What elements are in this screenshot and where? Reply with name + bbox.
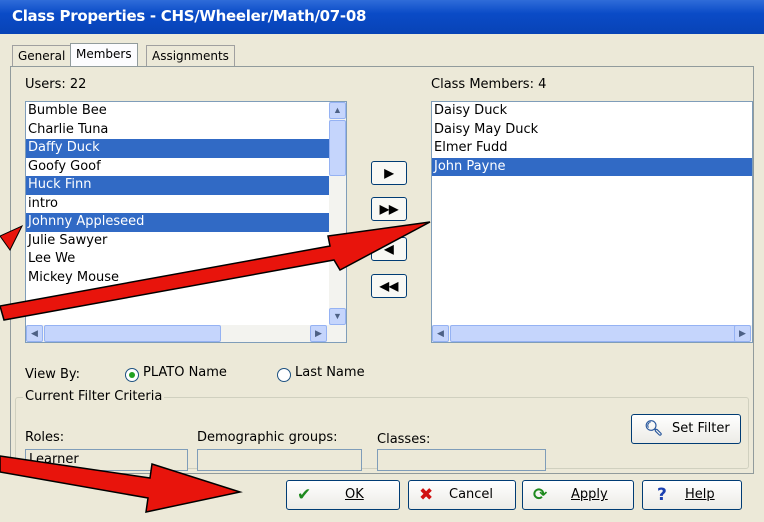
classes-label: Classes: bbox=[377, 432, 431, 447]
help-button[interactable]: ? Help bbox=[642, 480, 742, 510]
members-list-item[interactable]: Daisy May Duck bbox=[432, 121, 752, 140]
roles-field: Learner bbox=[25, 449, 188, 471]
users-list-item[interactable]: Johnny Appleseed bbox=[26, 213, 346, 232]
ok-label: OK bbox=[345, 487, 364, 502]
plato-name-radio-label[interactable]: PLATO Name bbox=[143, 365, 227, 380]
demographic-groups-label: Demographic groups: bbox=[197, 430, 338, 445]
roles-label: Roles: bbox=[25, 430, 65, 445]
tab-general[interactable]: General bbox=[12, 45, 72, 66]
users-items: Bumble Bee Charlie Tuna Daffy Duck Goofy Go… bbox=[26, 102, 346, 287]
scroll-thumb[interactable] bbox=[44, 325, 221, 342]
members-horizontal-scrollbar[interactable]: ◀ ▶ bbox=[432, 325, 752, 342]
apply-label: Apply bbox=[571, 487, 608, 502]
tab-members[interactable]: Members bbox=[70, 43, 138, 67]
cross-icon: ✖ bbox=[419, 485, 434, 505]
tab-assignments-label: Assignments bbox=[152, 49, 229, 63]
title-bar: Class Properties - CHS/Wheeler/Math/07-0… bbox=[0, 0, 764, 34]
classes-field bbox=[377, 449, 546, 471]
remove-member-button[interactable]: ◀ bbox=[371, 237, 407, 261]
set-filter-button[interactable]: 🔍︎ Set Filter bbox=[631, 414, 741, 444]
tab-assignments[interactable]: Assignments bbox=[146, 45, 235, 66]
add-all-members-button[interactable]: ▶▶ bbox=[371, 197, 407, 221]
add-member-button[interactable]: ▶ bbox=[371, 161, 407, 185]
users-vertical-scrollbar[interactable]: ▲ ▼ bbox=[329, 102, 346, 325]
checkmark-icon: ✔ bbox=[297, 485, 312, 505]
apply-button[interactable]: ⟳ Apply bbox=[522, 480, 634, 510]
users-list-item[interactable]: Bumble Bee bbox=[26, 102, 346, 121]
scroll-right-icon[interactable]: ▶ bbox=[310, 325, 327, 342]
remove-all-members-button[interactable]: ◀◀ bbox=[371, 274, 407, 298]
view-by-label: View By: bbox=[25, 367, 81, 382]
cancel-label: Cancel bbox=[449, 487, 494, 502]
tab-general-label: General bbox=[18, 49, 66, 63]
window-title: Class Properties - CHS/Wheeler/Math/07-0… bbox=[12, 7, 367, 25]
users-list[interactable]: Bumble Bee Charlie Tuna Daffy Duck Goofy Go… bbox=[25, 101, 347, 343]
members-list-item[interactable]: John Payne bbox=[432, 157, 752, 176]
last-name-radio-label[interactable]: Last Name bbox=[295, 365, 365, 380]
set-filter-label: Set Filter bbox=[672, 421, 730, 436]
members-list-item[interactable]: Elmer Fudd bbox=[432, 139, 752, 158]
users-list-item[interactable]: Mickey Mouse bbox=[26, 269, 346, 288]
users-list-item[interactable]: intro bbox=[26, 195, 346, 214]
magnifier-icon: 🔍︎ bbox=[644, 419, 664, 437]
scroll-left-icon[interactable]: ◀ bbox=[26, 325, 43, 342]
scroll-thumb[interactable] bbox=[329, 120, 346, 176]
dialog-body: General Members Assignments Users: 22 Bu… bbox=[0, 34, 764, 522]
ok-button[interactable]: ✔ OK bbox=[286, 480, 400, 510]
scroll-thumb[interactable] bbox=[450, 325, 737, 342]
help-icon: ? bbox=[657, 485, 667, 505]
plato-name-radio[interactable] bbox=[125, 368, 139, 382]
users-list-item[interactable]: Huck Finn bbox=[26, 176, 346, 195]
users-count-label: Users: 22 bbox=[25, 77, 87, 92]
class-members-count-label: Class Members: 4 bbox=[431, 77, 547, 92]
cancel-button[interactable]: ✖ Cancel bbox=[408, 480, 516, 510]
last-name-radio[interactable] bbox=[277, 368, 291, 382]
members-panel: Users: 22 Bumble Bee Charlie Tuna Daffy Du… bbox=[10, 66, 754, 474]
members-items: Daisy Duck Daisy May Duck Elmer Fudd John P… bbox=[432, 102, 752, 176]
users-list-item[interactable]: Daffy Duck bbox=[26, 139, 346, 158]
users-horizontal-scrollbar[interactable]: ◀ ▶ bbox=[26, 325, 346, 342]
scroll-right-icon[interactable]: ▶ bbox=[734, 325, 751, 342]
users-list-item[interactable]: Charlie Tuna bbox=[26, 121, 346, 140]
members-list-item[interactable]: Daisy Duck bbox=[432, 102, 752, 121]
tab-members-label: Members bbox=[76, 47, 132, 61]
scroll-left-icon[interactable]: ◀ bbox=[432, 325, 449, 342]
demographic-groups-field bbox=[197, 449, 362, 471]
scroll-up-icon[interactable]: ▲ bbox=[329, 102, 346, 119]
users-list-item[interactable]: Goofy Goof bbox=[26, 158, 346, 177]
filter-group-title: Current Filter Criteria bbox=[23, 389, 165, 404]
users-list-item[interactable]: Julie Sawyer bbox=[26, 232, 346, 251]
refresh-icon: ⟳ bbox=[533, 485, 548, 505]
scroll-down-icon[interactable]: ▼ bbox=[329, 308, 346, 325]
class-members-list[interactable]: Daisy Duck Daisy May Duck Elmer Fudd John P… bbox=[431, 101, 753, 343]
help-label: Help bbox=[685, 487, 715, 502]
users-list-item[interactable]: Lee We bbox=[26, 250, 346, 269]
